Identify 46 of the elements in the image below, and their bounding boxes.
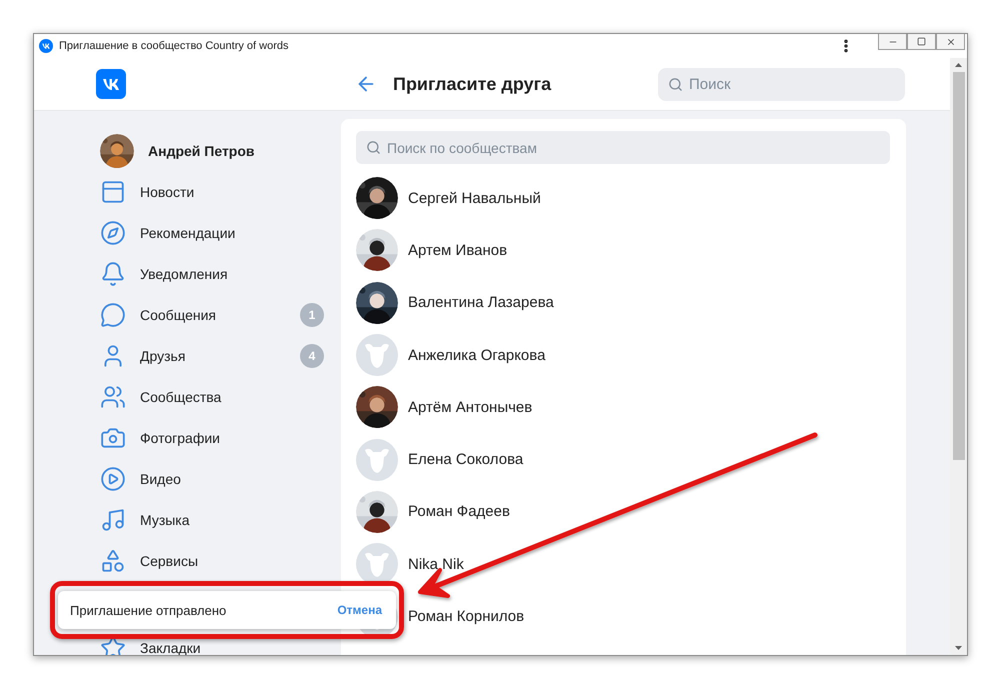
search-field[interactable]: Поиск	[658, 68, 905, 100]
friend-name[interactable]: Роман Фадеев	[408, 503, 510, 520]
toast-message: Приглашение отправлено	[70, 602, 228, 618]
shapes-icon	[100, 548, 126, 574]
nav-item[interactable]: Новости	[96, 171, 341, 212]
community-search-field[interactable]: Поиск по сообществам	[356, 131, 890, 164]
friend-name[interactable]: Сергей Навальный	[408, 190, 541, 207]
people-icon	[100, 384, 126, 410]
friend-name[interactable]: Артём Антонычев	[408, 398, 532, 416]
maximize-button[interactable]	[907, 34, 936, 50]
nav-item[interactable]: Рекомендации	[96, 212, 341, 253]
friend-name[interactable]: Артем Иванов	[408, 242, 508, 259]
scroll-thumb[interactable]	[952, 72, 964, 460]
music-note-icon	[100, 506, 126, 532]
profile-link[interactable]: Андрей Петров	[96, 130, 341, 171]
window-title: Приглашение в сообщество Country of words	[59, 40, 290, 52]
friend-name[interactable]: Роман Корнилов	[408, 608, 524, 626]
bell-icon	[100, 260, 126, 286]
nav-item[interactable]: Закладки	[96, 627, 341, 655]
vk-logo-icon	[39, 39, 53, 53]
compass-icon	[100, 220, 126, 246]
count-badge: 4	[300, 344, 324, 368]
scroll-up-icon[interactable]	[955, 63, 962, 67]
friend-name[interactable]: Nika Nik	[408, 556, 464, 573]
friend-name[interactable]: Елена Соколова	[408, 451, 524, 468]
nav-item[interactable]: Видео	[96, 458, 341, 499]
friend-name[interactable]: Валентина Лазарева	[408, 294, 554, 312]
vk-logo-icon	[96, 69, 126, 99]
friend-name[interactable]: Анжелика Огаркова	[408, 346, 546, 364]
count-badge: 1	[300, 302, 324, 326]
play-icon	[100, 466, 126, 492]
nav-item[interactable]: Фотографии	[96, 417, 341, 458]
close-icon	[946, 36, 956, 46]
scroll-down-icon[interactable]	[955, 646, 962, 650]
nav-item[interactable]: Сообщества	[96, 376, 341, 417]
nav-item[interactable]: Уведомления	[96, 253, 341, 294]
page-title: Пригласите друга	[393, 74, 552, 94]
maximize-icon	[917, 37, 926, 46]
search-icon	[668, 76, 683, 92]
search-icon	[366, 140, 381, 155]
chat-bubble-icon	[100, 302, 126, 328]
nav-item[interactable]: Сервисы	[96, 540, 341, 581]
panel-icon	[100, 178, 126, 204]
nav-item[interactable]: Музыка	[96, 499, 341, 540]
nav-item[interactable]: Сообщения 1	[96, 294, 341, 335]
nav-item[interactable]: Друзья 4	[96, 335, 341, 376]
